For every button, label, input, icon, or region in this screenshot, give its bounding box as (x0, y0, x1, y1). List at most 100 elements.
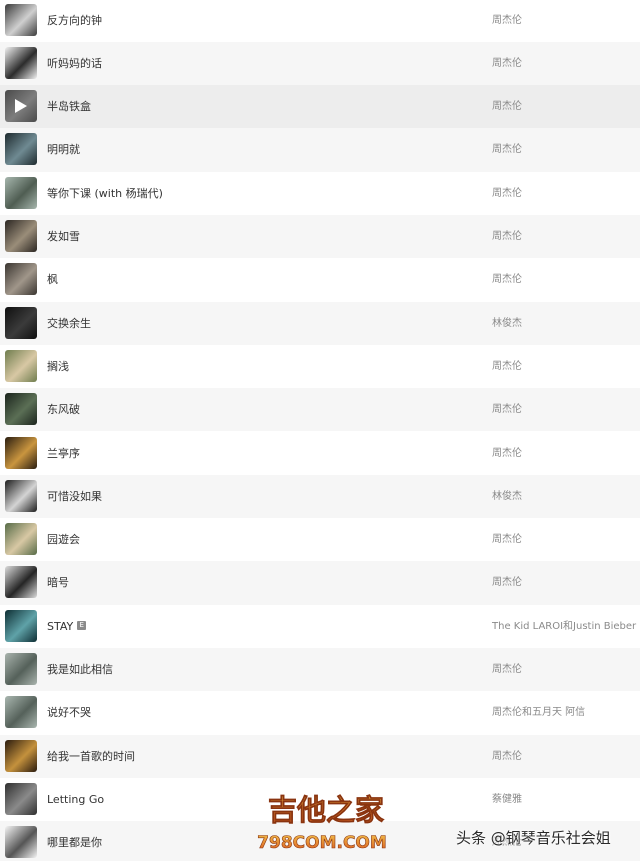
song-row[interactable]: 暗号 周杰伦 (0, 561, 640, 605)
song-title-text: 听妈妈的话 (47, 56, 102, 70)
song-artist[interactable]: 蔡健雅 (492, 778, 522, 821)
song-artist[interactable]: 林俊杰 (492, 302, 522, 345)
album-cover[interactable] (5, 436, 37, 469)
watermark-logo-text: 吉他之家 (268, 793, 384, 827)
album-cover[interactable] (5, 306, 37, 339)
album-cover[interactable] (5, 349, 37, 382)
album-cover[interactable] (5, 609, 37, 642)
song-row[interactable]: 反方向的钟 周杰伦 (0, 0, 640, 42)
album-cover[interactable] (5, 393, 37, 426)
song-row[interactable]: 给我一首歌的时间 周杰伦 (0, 734, 640, 778)
song-title-text: 等你下课 (with 杨瑞代) (47, 186, 163, 200)
album-cover[interactable] (5, 739, 37, 772)
song-artist[interactable]: 周杰伦 (492, 388, 522, 431)
song-title-text: 枫 (47, 273, 58, 287)
song-row[interactable]: STAY E The Kid LAROI和Justin Bieber (0, 605, 640, 648)
album-cover[interactable] (5, 826, 37, 859)
song-row[interactable]: 半岛铁盒 周杰伦 (0, 85, 640, 129)
song-row[interactable]: 等你下课 (with 杨瑞代) 周杰伦 (0, 172, 640, 215)
song-title: 搁浅 (47, 345, 69, 388)
song-row[interactable]: 枫 周杰伦 (0, 258, 640, 301)
album-cover[interactable] (5, 263, 37, 296)
song-title: 兰亭序 (47, 432, 80, 475)
song-title-text: 暗号 (47, 576, 69, 590)
song-title: 暗号 (47, 561, 69, 604)
song-row[interactable]: 东风破 周杰伦 (0, 388, 640, 432)
song-artist[interactable]: 周杰伦 (492, 648, 522, 691)
song-title-text: 我是如此相信 (47, 663, 113, 676)
song-title-text: 半岛铁盒 (47, 100, 91, 114)
song-title: 说好不哭 (47, 691, 91, 734)
song-row[interactable]: 明明就 周杰伦 (0, 128, 640, 172)
song-title: STAY E (47, 605, 87, 648)
song-row[interactable]: 说好不哭 周杰伦和五月天 阿信 (0, 691, 640, 734)
song-title: 交换余生 (47, 302, 91, 345)
song-artist[interactable]: 周杰伦 (492, 518, 522, 561)
song-artist[interactable]: 周杰伦 (492, 172, 522, 215)
song-title-text: 说好不哭 (47, 706, 91, 720)
song-title-text: 明明就 (47, 143, 80, 157)
song-row[interactable]: 听妈妈的话 周杰伦 (0, 41, 640, 86)
song-title: 东风破 (47, 388, 80, 431)
album-cover[interactable] (5, 133, 37, 166)
song-row[interactable]: 园遊会 周杰伦 (0, 518, 640, 561)
song-title: 哪里都是你 (47, 821, 102, 861)
song-artist[interactable]: 周杰伦 (492, 561, 522, 604)
site-logo-watermark: 吉他之家 798COM.COM (257, 793, 387, 854)
song-title-text: 可惜没如果 (47, 489, 102, 503)
song-title: 可惜没如果 (47, 475, 102, 518)
explicit-badge: E (77, 621, 87, 631)
song-artist[interactable]: 林俊杰 (492, 475, 522, 518)
song-title-text: 搁浅 (47, 359, 69, 373)
song-artist[interactable]: 周杰伦 (492, 345, 522, 388)
album-cover[interactable] (5, 782, 37, 815)
album-cover[interactable] (5, 523, 37, 556)
song-artist[interactable]: The Kid LAROI和Justin Bieber (492, 605, 636, 648)
album-cover[interactable] (5, 3, 37, 36)
song-title: Letting Go (47, 778, 104, 821)
song-artist[interactable]: 周杰伦 (492, 85, 522, 128)
song-artist[interactable]: 周杰伦 (492, 258, 522, 301)
song-title: 我是如此相信 (47, 648, 113, 691)
song-row[interactable]: 交换余生 林俊杰 (0, 301, 640, 345)
album-cover[interactable] (5, 90, 37, 123)
play-icon[interactable] (5, 90, 37, 122)
song-artist[interactable]: 周杰伦 (492, 215, 522, 258)
song-title: 等你下课 (with 杨瑞代) (47, 172, 163, 215)
album-cover[interactable] (5, 566, 37, 599)
song-row[interactable]: 搁浅 周杰伦 (0, 345, 640, 388)
song-artist[interactable]: 周杰伦和五月天 阿信 (492, 691, 585, 734)
song-title: 半岛铁盒 (47, 85, 91, 128)
song-title: 发如雪 (47, 215, 80, 258)
song-row[interactable]: 可惜没如果 林俊杰 (0, 474, 640, 519)
album-cover[interactable] (5, 696, 37, 729)
song-title-text: 发如雪 (47, 230, 80, 243)
song-title-text: 东风破 (47, 403, 80, 417)
song-artist[interactable]: 周杰伦 (492, 128, 522, 171)
album-cover[interactable] (5, 479, 37, 512)
song-row[interactable]: 兰亭序 周杰伦 (0, 432, 640, 475)
song-artist[interactable]: 周杰伦 (492, 432, 522, 475)
song-list: 反方向的钟 周杰伦 听妈妈的话 周杰伦 半岛铁盒 周杰伦 明明就 周杰伦 等你下课 (with … (0, 0, 640, 861)
song-title: 明明就 (47, 128, 80, 171)
album-cover[interactable] (5, 176, 37, 209)
song-row[interactable]: 发如雪 周杰伦 (0, 215, 640, 259)
watermark-credit: 头条 @钢琴音乐社会姐 (456, 829, 611, 847)
song-title: 给我一首歌的时间 (47, 735, 135, 778)
song-artist[interactable]: 周杰伦 (492, 735, 522, 778)
song-title-text: Letting Go (47, 792, 105, 806)
song-title: 枫 (47, 258, 58, 301)
song-title-text: 哪里都是你 (47, 836, 102, 850)
song-title-text: STAY (47, 619, 74, 633)
song-artist[interactable]: 周杰伦 (492, 0, 522, 42)
album-cover[interactable] (5, 220, 37, 252)
album-cover[interactable] (5, 653, 37, 685)
watermark-logo-url: 798COM.COM (257, 833, 387, 853)
song-artist[interactable]: 周杰伦 (492, 42, 522, 85)
album-cover[interactable] (5, 46, 37, 79)
song-title-text: 兰亭序 (47, 446, 80, 460)
song-title-text: 园遊会 (47, 533, 80, 547)
song-title-text: 反方向的钟 (47, 13, 102, 27)
song-title-text: 交换余生 (47, 316, 91, 330)
song-row[interactable]: 我是如此相信 周杰伦 (0, 648, 640, 692)
